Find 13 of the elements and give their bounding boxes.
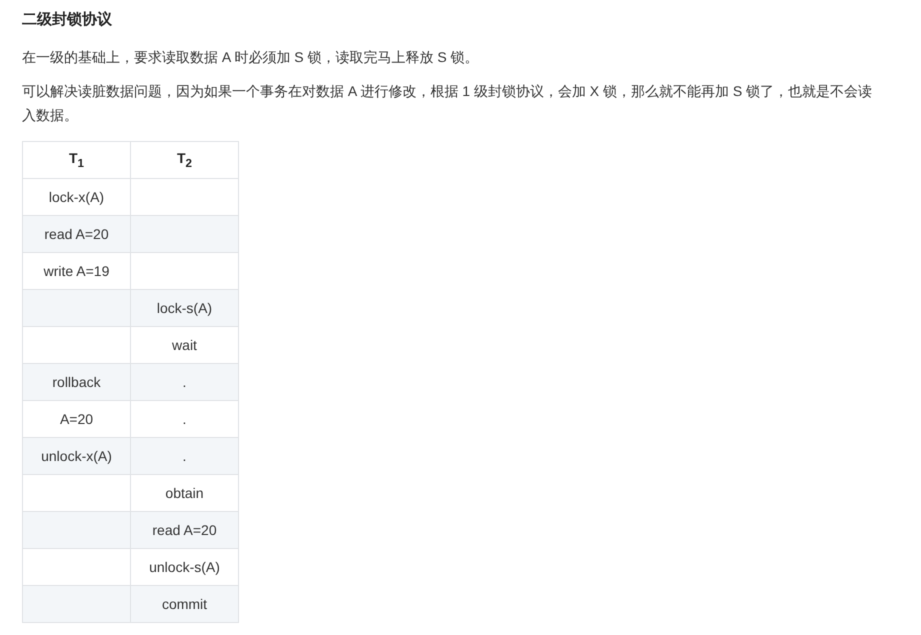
paragraph: 可以解决读脏数据问题，因为如果一个事务在对数据 A 进行修改，根据 1 级封锁协议，会加 X 锁，那么就不能再加 S 锁了，也就是不会读入数据。 [22,82,874,125]
table-cell: . [130,364,238,400]
column-header: T$_{2}$ [130,142,238,178]
table-cell: commit [130,586,238,622]
table-cell: . [130,438,238,474]
paragraph: 在一级的基础上，要求读取数据 A 时必须加 S 锁，读取完马上释放 S 锁。 [22,48,480,67]
table-cell: read A=20 [130,512,238,548]
section-heading: 二级封锁协议 [22,10,113,30]
table-cell: read A=20 [22,216,130,252]
column-header: T$_{1}$ [22,142,130,178]
table-cell: rollback [22,364,130,400]
table-cell: unlock-x(A) [22,438,130,474]
table-cell: lock-s(A) [130,290,238,326]
